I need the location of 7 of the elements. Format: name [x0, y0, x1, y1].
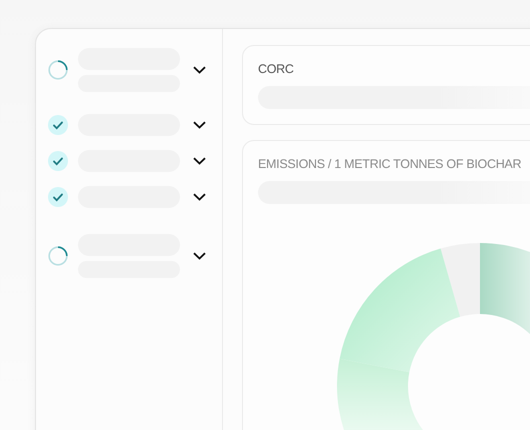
card-title: EMISSIONS / 1 METRIC TONNES OF BIOCHAR — [258, 156, 522, 171]
card-title: CORC — [258, 62, 295, 76]
chevron-down-icon[interactable] — [193, 157, 206, 165]
chevron-down-icon[interactable] — [193, 121, 206, 129]
chevron-down-icon[interactable] — [193, 252, 206, 260]
chevron-down-icon[interactable] — [193, 193, 206, 201]
chevron-down-icon[interactable] — [193, 66, 206, 74]
